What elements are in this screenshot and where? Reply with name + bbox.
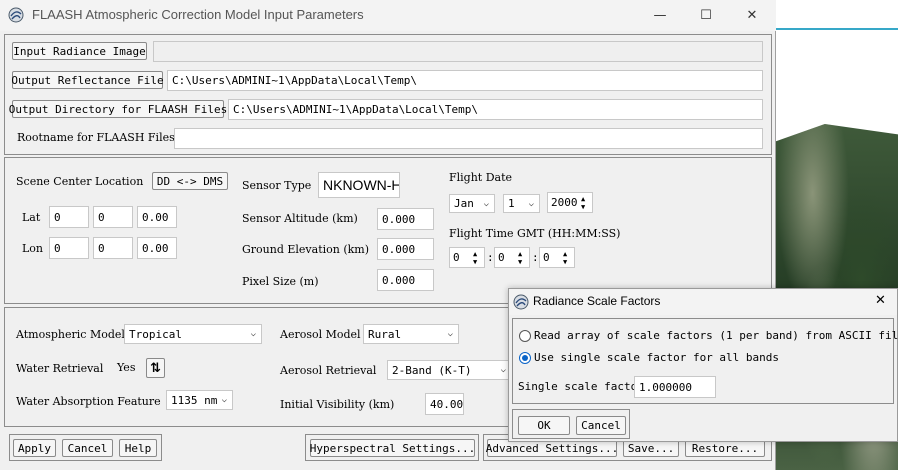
aerosol-model-select[interactable]: Rural ⌵ bbox=[363, 324, 459, 344]
flight-hour-value: 0 bbox=[453, 251, 460, 264]
flight-year-spinner[interactable]: 2000 ▲ ▼ bbox=[547, 192, 593, 213]
single-scale-label: Single scale factor bbox=[518, 380, 644, 393]
lon-seconds-field[interactable]: 0.00 bbox=[137, 237, 177, 259]
lat-seconds-field[interactable]: 0.00 bbox=[137, 206, 177, 228]
flight-hour-spinner[interactable]: 0 ▲ ▼ bbox=[449, 247, 485, 268]
atmospheric-model-select[interactable]: Tropical ⌵ bbox=[124, 324, 262, 344]
atmospheric-model-label: Atmospheric Model bbox=[16, 328, 125, 341]
aerosol-retrieval-label: Aerosol Retrieval bbox=[280, 364, 377, 377]
flight-time-label: Flight Time GMT (HH:MM:SS) bbox=[449, 227, 621, 240]
close-icon: ✕ bbox=[875, 293, 886, 308]
water-absorption-value: 1135 nm bbox=[171, 393, 218, 407]
envi-app-icon bbox=[513, 294, 529, 310]
input-radiance-field[interactable] bbox=[153, 41, 763, 62]
lon-minutes-field[interactable]: 0 bbox=[93, 237, 133, 259]
dialog-title-bar[interactable]: Radiance Scale Factors ✕ bbox=[509, 289, 897, 315]
water-retrieval-toggle[interactable]: ⇅ bbox=[146, 358, 165, 378]
spinner-arrows-icon[interactable]: ▲ ▼ bbox=[518, 249, 527, 266]
ok-button[interactable]: OK bbox=[518, 416, 570, 435]
flight-date-label: Flight Date bbox=[449, 171, 513, 184]
minimize-button[interactable]: — bbox=[645, 4, 675, 26]
flight-month-select[interactable]: Jan ⌵ bbox=[449, 194, 495, 213]
water-retrieval-label: Water Retrieval bbox=[16, 362, 104, 375]
option-single-label: Use single scale factor for all bands bbox=[534, 351, 780, 364]
sensor-type-label: Sensor Type bbox=[242, 179, 312, 192]
toggle-arrows-icon: ⇅ bbox=[150, 360, 161, 376]
spinner-arrows-icon[interactable]: ▲ ▼ bbox=[581, 194, 590, 211]
flight-month-value: Jan bbox=[454, 197, 474, 210]
apply-button[interactable]: Apply bbox=[13, 439, 56, 457]
close-icon: ✕ bbox=[746, 7, 758, 23]
chevron-down-icon: ⌵ bbox=[447, 329, 453, 339]
flight-day-select[interactable]: 1 ⌵ bbox=[503, 194, 540, 213]
water-absorption-select[interactable]: 1135 nm ⌵ bbox=[166, 390, 233, 410]
title-bar[interactable]: FLAASH Atmospheric Correction Model Inpu… bbox=[0, 0, 776, 31]
pixel-size-label: Pixel Size (m) bbox=[242, 275, 319, 288]
time-separator: : bbox=[487, 251, 494, 264]
single-scale-field[interactable]: 1.000000 bbox=[634, 376, 716, 398]
radio-ascii-file[interactable] bbox=[519, 330, 531, 342]
ground-elevation-label: Ground Elevation (km) bbox=[242, 243, 370, 256]
radio-single-factor[interactable] bbox=[519, 352, 531, 364]
chevron-down-icon: ⌵ bbox=[483, 198, 489, 209]
output-reflectance-button[interactable]: Output Reflectance File bbox=[11, 71, 164, 89]
flight-minute-spinner[interactable]: 0 ▲ ▼ bbox=[494, 247, 530, 268]
water-absorption-label: Water Absorption Feature bbox=[16, 395, 161, 408]
dd-dms-button[interactable]: DD <-> DMS bbox=[152, 172, 228, 190]
hyperspectral-settings-button[interactable]: Hyperspectral Settings... bbox=[310, 439, 475, 457]
maximize-button[interactable]: ☐ bbox=[691, 4, 721, 26]
minimize-icon: — bbox=[653, 7, 667, 23]
lon-degrees-field[interactable]: 0 bbox=[49, 237, 89, 259]
output-directory-field[interactable]: C:\Users\ADMINI~1\AppData\Local\Temp\ bbox=[228, 99, 763, 120]
spinner-arrows-icon[interactable]: ▲ ▼ bbox=[473, 249, 482, 266]
window-title: FLAASH Atmospheric Correction Model Inpu… bbox=[32, 7, 364, 22]
lat-label: Lat bbox=[22, 211, 41, 224]
flight-second-spinner[interactable]: 0 ▲ ▼ bbox=[539, 247, 575, 268]
sensor-altitude-field[interactable]: 0.000 bbox=[377, 208, 434, 230]
rootname-label: Rootname for FLAASH Files bbox=[17, 131, 175, 144]
maximize-icon: ☐ bbox=[700, 7, 712, 23]
atmospheric-model-value: Tropical bbox=[129, 327, 182, 341]
cancel-button[interactable]: Cancel bbox=[62, 439, 113, 457]
background-window-accent bbox=[776, 28, 898, 30]
chevron-down-icon: ⌵ bbox=[250, 329, 256, 339]
output-directory-button[interactable]: Output Directory for FLAASH Files bbox=[9, 100, 227, 118]
water-retrieval-value: Yes bbox=[117, 361, 136, 374]
input-radiance-button[interactable]: Input Radiance Image bbox=[12, 42, 147, 60]
sensor-type-button[interactable]: NKNOWN-HS bbox=[318, 172, 400, 198]
aerosol-model-value: Rural bbox=[368, 327, 402, 341]
aerosol-model-label: Aerosol Model bbox=[280, 328, 361, 341]
ground-elevation-field[interactable]: 0.000 bbox=[377, 238, 434, 260]
aerosol-retrieval-select[interactable]: 2-Band (K-T) ⌵ bbox=[387, 360, 512, 380]
chevron-down-icon: ⌵ bbox=[528, 198, 534, 209]
help-button[interactable]: Help bbox=[119, 439, 157, 457]
lon-label: Lon bbox=[22, 242, 44, 255]
flight-second-value: 0 bbox=[543, 251, 550, 264]
lat-minutes-field[interactable]: 0 bbox=[93, 206, 133, 228]
close-button[interactable]: ✕ bbox=[737, 4, 767, 26]
dialog-close-button[interactable]: ✕ bbox=[875, 293, 886, 308]
dialog-cancel-button[interactable]: Cancel bbox=[576, 416, 626, 435]
scene-center-label: Scene Center Location bbox=[16, 175, 144, 188]
flight-year-value: 2000 bbox=[551, 196, 578, 209]
option-ascii-label: Read array of scale factors (1 per band)… bbox=[534, 329, 898, 342]
radiance-scale-factors-dialog: Radiance Scale Factors ✕ Read array of s… bbox=[508, 288, 898, 442]
initial-visibility-field[interactable]: 40.00 bbox=[425, 393, 464, 415]
initial-visibility-label: Initial Visibility (km) bbox=[280, 398, 395, 411]
pixel-size-field[interactable]: 0.000 bbox=[377, 269, 434, 291]
flight-minute-value: 0 bbox=[498, 251, 505, 264]
dialog-title: Radiance Scale Factors bbox=[533, 294, 661, 308]
output-reflectance-field[interactable]: C:\Users\ADMINI~1\AppData\Local\Temp\ bbox=[167, 70, 763, 91]
envi-app-icon bbox=[8, 7, 24, 23]
chevron-down-icon: ⌵ bbox=[500, 365, 506, 375]
lat-degrees-field[interactable]: 0 bbox=[49, 206, 89, 228]
rootname-field[interactable] bbox=[174, 128, 763, 149]
sensor-altitude-label: Sensor Altitude (km) bbox=[242, 212, 358, 225]
aerosol-retrieval-value: 2-Band (K-T) bbox=[392, 363, 472, 377]
chevron-down-icon: ⌵ bbox=[221, 395, 227, 405]
flight-day-value: 1 bbox=[508, 197, 515, 210]
time-separator: : bbox=[532, 251, 539, 264]
spinner-arrows-icon[interactable]: ▲ ▼ bbox=[563, 249, 572, 266]
